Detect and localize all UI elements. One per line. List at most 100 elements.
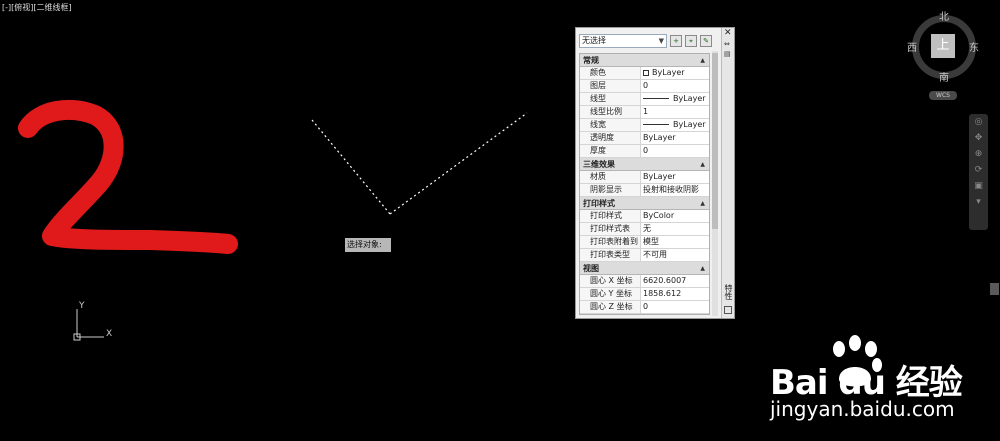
- property-section-title: 三维效果: [583, 160, 615, 169]
- steering-wheel-icon[interactable]: ◎: [969, 114, 988, 130]
- property-row[interactable]: 线宽 ByLayer: [580, 119, 709, 132]
- property-value[interactable]: 模型: [641, 236, 709, 248]
- watermark: Bai du 经验 jingyan.baidu.com: [770, 335, 990, 425]
- property-value[interactable]: 不可用: [641, 249, 709, 261]
- palette-settings-icon[interactable]: [724, 306, 732, 314]
- close-icon[interactable]: ✕: [724, 28, 732, 38]
- property-value[interactable]: ByLayer: [641, 119, 709, 131]
- property-key: 颜色: [580, 67, 641, 79]
- property-row[interactable]: 打印表附着到 模型: [580, 236, 709, 249]
- viewcube-face-top[interactable]: 上: [931, 34, 955, 58]
- orbit-icon[interactable]: ⟳: [969, 162, 988, 178]
- property-value[interactable]: ByLayer: [641, 67, 709, 79]
- pan-icon[interactable]: ✥: [969, 130, 988, 146]
- property-row[interactable]: 阴影显示 投射和接收阴影: [580, 184, 709, 197]
- property-key: 透明度: [580, 132, 641, 144]
- viewport-scrollbar-thumb[interactable]: [990, 283, 999, 295]
- zoom-icon[interactable]: ⊕: [969, 146, 988, 162]
- property-value-text: 无: [643, 224, 651, 233]
- selection-dropdown[interactable]: 无选择 ▼: [579, 34, 667, 48]
- drawing-viewport[interactable]: [-][俯视][二维线框] Y X 选择对象: 上 北 南 西 东 WCS ◎ …: [0, 0, 1000, 441]
- selected-line-left[interactable]: [311, 119, 391, 215]
- properties-grid[interactable]: 常规 ▲ 颜色 ByLayer 图层 0 线型 ByLayer 线型比例 1 线宽 ByLayer 透明…: [579, 53, 710, 315]
- property-value[interactable]: ByLayer: [641, 93, 709, 105]
- property-value[interactable]: ByColor: [641, 210, 709, 222]
- property-key: 线宽: [580, 119, 641, 131]
- wcs-menu-button[interactable]: WCS: [929, 91, 957, 100]
- collapse-icon[interactable]: ▲: [700, 158, 705, 171]
- compass-west[interactable]: 西: [907, 39, 917, 54]
- properties-scrollbar[interactable]: [712, 51, 718, 316]
- compass-south[interactable]: 南: [939, 69, 949, 84]
- navbar-menu-icon[interactable]: ▾: [969, 194, 988, 210]
- chevron-down-icon: ▼: [658, 37, 664, 45]
- property-key: 圆心 X 坐标: [580, 275, 641, 287]
- property-value-text: 投射和接收阴影: [643, 185, 699, 194]
- property-section-title: 打印样式: [583, 199, 615, 208]
- palette-title: 特性: [724, 284, 733, 300]
- property-row[interactable]: 打印样式表无: [580, 223, 709, 236]
- palette-titlebar[interactable]: ✕ ⇔ ▤ 特性: [721, 28, 734, 318]
- property-row[interactable]: 图层 0: [580, 80, 709, 93]
- property-section-title: 视图: [583, 264, 599, 273]
- color-swatch-icon: [643, 69, 649, 76]
- properties-palette[interactable]: 无选择 ▼ + ⌖ ✎ 常规 ▲ 颜色 ByLayer 图层 0 线型 ByLayer 线型比例…: [575, 27, 735, 319]
- property-value[interactable]: 0: [641, 80, 709, 92]
- collapse-icon[interactable]: ▲: [700, 197, 705, 210]
- viewcube[interactable]: 上 北 南 西 东 WCS: [905, 5, 983, 105]
- properties-scrollbar-thumb[interactable]: [712, 53, 718, 229]
- property-value-text: ByLayer: [673, 120, 706, 129]
- property-row[interactable]: 打印样式 ByColor: [580, 210, 709, 223]
- property-value-text: 模型: [643, 237, 659, 246]
- toggle-pickadd-icon[interactable]: +: [670, 35, 682, 47]
- property-section-header[interactable]: 打印样式 ▲: [580, 197, 709, 210]
- property-value[interactable]: 6620.6007: [641, 275, 709, 287]
- property-row[interactable]: 线型比例 1: [580, 106, 709, 119]
- property-section-header[interactable]: 三维效果 ▲: [580, 158, 709, 171]
- property-value-text: 0: [643, 146, 649, 155]
- property-row[interactable]: 打印表类型 不可用: [580, 249, 709, 262]
- property-row[interactable]: 圆心 X 坐标 6620.6007: [580, 275, 709, 288]
- ucs-y-label: Y: [78, 301, 85, 311]
- property-row[interactable]: 线型 ByLayer: [580, 93, 709, 106]
- property-value[interactable]: ByLayer: [641, 132, 709, 144]
- command-prompt-tooltip: 选择对象:: [345, 238, 391, 252]
- red-annotation-stroke: [18, 99, 238, 254]
- property-value[interactable]: 1: [641, 106, 709, 118]
- select-objects-icon[interactable]: ⌖: [685, 35, 697, 47]
- property-key: 圆心 Z 坐标: [580, 301, 641, 313]
- auto-hide-icon[interactable]: ⇔: [724, 40, 730, 48]
- property-key: 材质: [580, 171, 641, 183]
- property-value[interactable]: 1858.612: [641, 288, 709, 300]
- property-row[interactable]: 透明度 ByLayer: [580, 132, 709, 145]
- compass-east[interactable]: 东: [969, 39, 979, 54]
- property-row[interactable]: 圆心 Z 坐标 0: [580, 301, 709, 314]
- palette-options-icon[interactable]: ▤: [724, 50, 731, 58]
- property-value[interactable]: 0: [641, 301, 709, 313]
- quick-select-icon[interactable]: ✎: [700, 35, 712, 47]
- collapse-icon[interactable]: ▲: [700, 262, 705, 275]
- collapse-icon[interactable]: ▲: [700, 54, 705, 67]
- property-value-text: 不可用: [643, 250, 667, 259]
- property-value-text: 0: [643, 81, 649, 90]
- property-section-title: 常规: [583, 56, 599, 65]
- property-row[interactable]: 材质 ByLayer: [580, 171, 709, 184]
- property-section-header[interactable]: 常规 ▲: [580, 54, 709, 67]
- compass-north[interactable]: 北: [939, 8, 949, 23]
- selected-line-right[interactable]: [389, 112, 528, 215]
- property-row[interactable]: 厚度 0: [580, 145, 709, 158]
- property-row[interactable]: 颜色 ByLayer: [580, 67, 709, 80]
- property-value[interactable]: ByLayer: [641, 171, 709, 183]
- showmotion-icon[interactable]: ▣: [969, 178, 988, 194]
- property-value-text: 6620.6007: [643, 276, 687, 285]
- property-key: 打印样式表: [580, 223, 641, 235]
- property-value[interactable]: 无: [641, 223, 709, 235]
- property-section-header[interactable]: 视图 ▲: [580, 262, 709, 275]
- navigation-bar[interactable]: ◎ ✥ ⊕ ⟳ ▣ ▾: [969, 114, 988, 230]
- property-value[interactable]: 投射和接收阴影: [641, 184, 709, 196]
- property-value-text: ByColor: [643, 211, 675, 220]
- property-row[interactable]: 圆心 Y 坐标 1858.612: [580, 288, 709, 301]
- property-value[interactable]: 0: [641, 145, 709, 157]
- property-key: 线型比例: [580, 106, 641, 118]
- property-value-text: ByLayer: [652, 68, 685, 77]
